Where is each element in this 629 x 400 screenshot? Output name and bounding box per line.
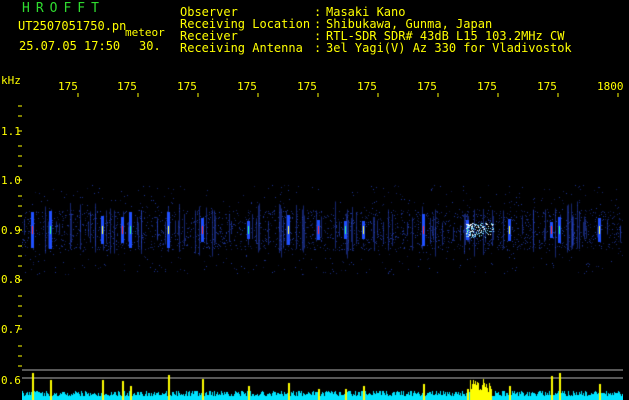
spectrogram: [22, 93, 623, 400]
